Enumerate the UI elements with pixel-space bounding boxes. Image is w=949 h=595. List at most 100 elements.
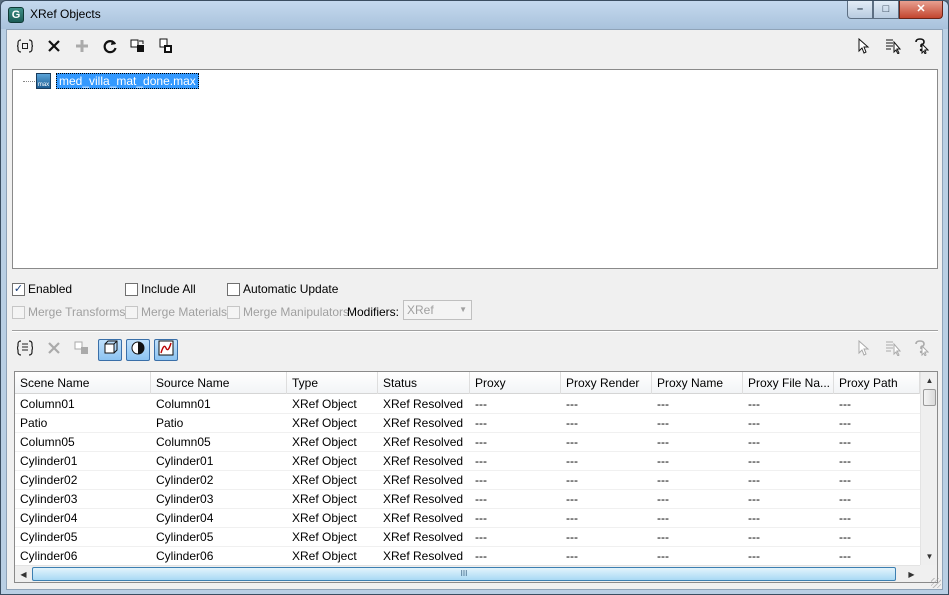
- table-row[interactable]: Cylinder05 Cylinder05 XRef Object XRef Reso…: [15, 528, 920, 547]
- merge-xref-button[interactable]: [154, 37, 178, 59]
- table-cell: ---: [657, 549, 669, 563]
- include-all-label: Include All: [141, 282, 196, 296]
- table-row[interactable]: Column01 Column01 XRef Object XRef Resolved…: [15, 395, 920, 414]
- automatic-update-checkbox[interactable]: Automatic Update: [227, 282, 338, 296]
- remove-xref-button[interactable]: [42, 37, 66, 59]
- table-cell: Cylinder04: [20, 511, 78, 525]
- convert-selected-button[interactable]: [126, 37, 150, 59]
- select-by-name-icon: [885, 38, 902, 58]
- table-row[interactable]: Cylinder06 Cylinder06 XRef Object XRef Reso…: [15, 547, 920, 566]
- select-objects-by-name-button[interactable]: [881, 339, 905, 361]
- table-cell: Column01: [156, 397, 211, 411]
- table-row[interactable]: Cylinder01 Cylinder01 XRef Object XRef Reso…: [15, 452, 920, 471]
- table-cell: ---: [748, 549, 760, 563]
- table-row[interactable]: Column05 Column05 XRef Object XRef Resolved…: [15, 433, 920, 452]
- maximize-button[interactable]: □: [873, 1, 899, 19]
- table-row[interactable]: Cylinder02 Cylinder02 XRef Object XRef Reso…: [15, 471, 920, 490]
- list-controllers-icon: [158, 340, 174, 360]
- table-row[interactable]: Cylinder03 Cylinder03 XRef Object XRef Reso…: [15, 490, 920, 509]
- select-objects-button[interactable]: [851, 339, 875, 361]
- vertical-scrollbar[interactable]: ▲ ▼: [920, 372, 937, 565]
- table-cell: ---: [475, 473, 487, 487]
- scroll-down-arrow-icon[interactable]: ▼: [921, 548, 937, 565]
- select-icon: [855, 37, 871, 58]
- app-icon[interactable]: G: [8, 7, 24, 23]
- scroll-up-arrow-icon[interactable]: ▲: [921, 372, 937, 389]
- xref-objects-toolbar: [11, 336, 937, 364]
- list-controllers-toggle[interactable]: [154, 339, 178, 361]
- highlight-objects-button[interactable]: [909, 339, 933, 361]
- table-cell: ---: [748, 492, 760, 506]
- highlight-selected-button[interactable]: [909, 37, 933, 59]
- highlight-selected-icon: [913, 38, 930, 58]
- modifiers-dropdown[interactable]: XRef ▼: [403, 300, 472, 320]
- window-controls: – □ ✕: [847, 1, 943, 19]
- table-cell: ---: [839, 492, 851, 506]
- table-cell: ---: [566, 435, 578, 449]
- minimize-button[interactable]: –: [847, 1, 873, 19]
- merge-manipulators-checkbox[interactable]: Merge Manipulators: [227, 305, 349, 319]
- table-cell: ---: [475, 511, 487, 525]
- highlight-selected-icon: [913, 340, 930, 360]
- table-cell: ---: [475, 454, 487, 468]
- table-cell: XRef Resolved: [383, 435, 464, 449]
- select-button[interactable]: [851, 37, 875, 59]
- merge-materials-checkbox[interactable]: Merge Materials: [125, 305, 227, 319]
- table-cell: Patio: [156, 416, 184, 430]
- vertical-scroll-thumb[interactable]: [923, 389, 936, 406]
- column-header-type[interactable]: Type: [287, 372, 378, 394]
- modifiers-label: Modifiers:: [347, 305, 400, 319]
- column-header-proxy-file-name[interactable]: Proxy File Na...: [743, 372, 834, 394]
- automatic-update-label: Automatic Update: [243, 282, 339, 296]
- table-cell: ---: [748, 435, 760, 449]
- column-header-proxy-path[interactable]: Proxy Path: [834, 372, 920, 394]
- table-cell: ---: [657, 530, 669, 544]
- table-cell: ---: [657, 454, 669, 468]
- scroll-right-arrow-icon[interactable]: ▶: [903, 566, 920, 582]
- scroll-left-arrow-icon[interactable]: ◀: [15, 566, 32, 582]
- xref-file-tree[interactable]: max med_villa_mat_done.max: [12, 69, 938, 269]
- close-button[interactable]: ✕: [899, 1, 943, 19]
- include-all-checkbox[interactable]: Include All: [125, 282, 196, 296]
- column-header-proxy-render[interactable]: Proxy Render: [561, 372, 652, 394]
- remove-objects-button[interactable]: [42, 339, 66, 361]
- list-objects-icon: [102, 340, 118, 360]
- create-xref-button[interactable]: [13, 37, 37, 59]
- table-row[interactable]: Cylinder04 Cylinder04 XRef Object XRef Reso…: [15, 509, 920, 528]
- table-cell: ---: [839, 416, 851, 430]
- refresh-button[interactable]: [98, 37, 122, 59]
- chevron-down-icon: ▼: [459, 305, 467, 314]
- horizontal-scrollbar[interactable]: ◀ III ▶: [15, 565, 920, 582]
- column-header-proxy-name[interactable]: Proxy Name: [652, 372, 743, 394]
- merge-transforms-checkbox[interactable]: Merge Transforms: [12, 305, 125, 319]
- table-row[interactable]: Patio Patio XRef Object XRef Resolved --- ---…: [15, 414, 920, 433]
- table-cell: ---: [566, 530, 578, 544]
- column-header-scene-name[interactable]: Scene Name: [15, 372, 151, 394]
- tree-item-file[interactable]: med_villa_mat_done.max: [56, 73, 199, 89]
- table-cell: Column01: [20, 397, 75, 411]
- add-xref-button[interactable]: [70, 37, 94, 59]
- merge-in-scene-button[interactable]: [70, 339, 94, 361]
- column-header-status[interactable]: Status: [378, 372, 470, 394]
- table-cell: XRef Object: [292, 549, 357, 563]
- list-materials-toggle[interactable]: [126, 339, 150, 361]
- column-header-source-name[interactable]: Source Name: [151, 372, 287, 394]
- horizontal-scroll-thumb[interactable]: III: [32, 567, 896, 581]
- add-objects-button[interactable]: [13, 339, 37, 361]
- resize-grip-icon[interactable]: [931, 578, 941, 588]
- table-cell: Cylinder02: [20, 473, 78, 487]
- enabled-checkbox[interactable]: ✓ Enabled: [12, 282, 72, 296]
- merge-materials-label: Merge Materials: [141, 305, 228, 319]
- add-objects-icon: [16, 340, 34, 360]
- table-cell: ---: [475, 530, 487, 544]
- table-cell: ---: [566, 549, 578, 563]
- column-header-proxy[interactable]: Proxy: [470, 372, 561, 394]
- table-cell: XRef Object: [292, 397, 357, 411]
- checkbox-box: [227, 282, 240, 296]
- list-objects-toggle[interactable]: [98, 339, 122, 361]
- title-bar[interactable]: G XRef Objects – □ ✕: [1, 1, 948, 29]
- table-cell: ---: [839, 473, 851, 487]
- select-by-name-button[interactable]: [881, 37, 905, 59]
- table-cell: Cylinder05: [156, 530, 214, 544]
- xref-objects-table[interactable]: Scene Name Source Name Type Status Proxy…: [14, 371, 938, 583]
